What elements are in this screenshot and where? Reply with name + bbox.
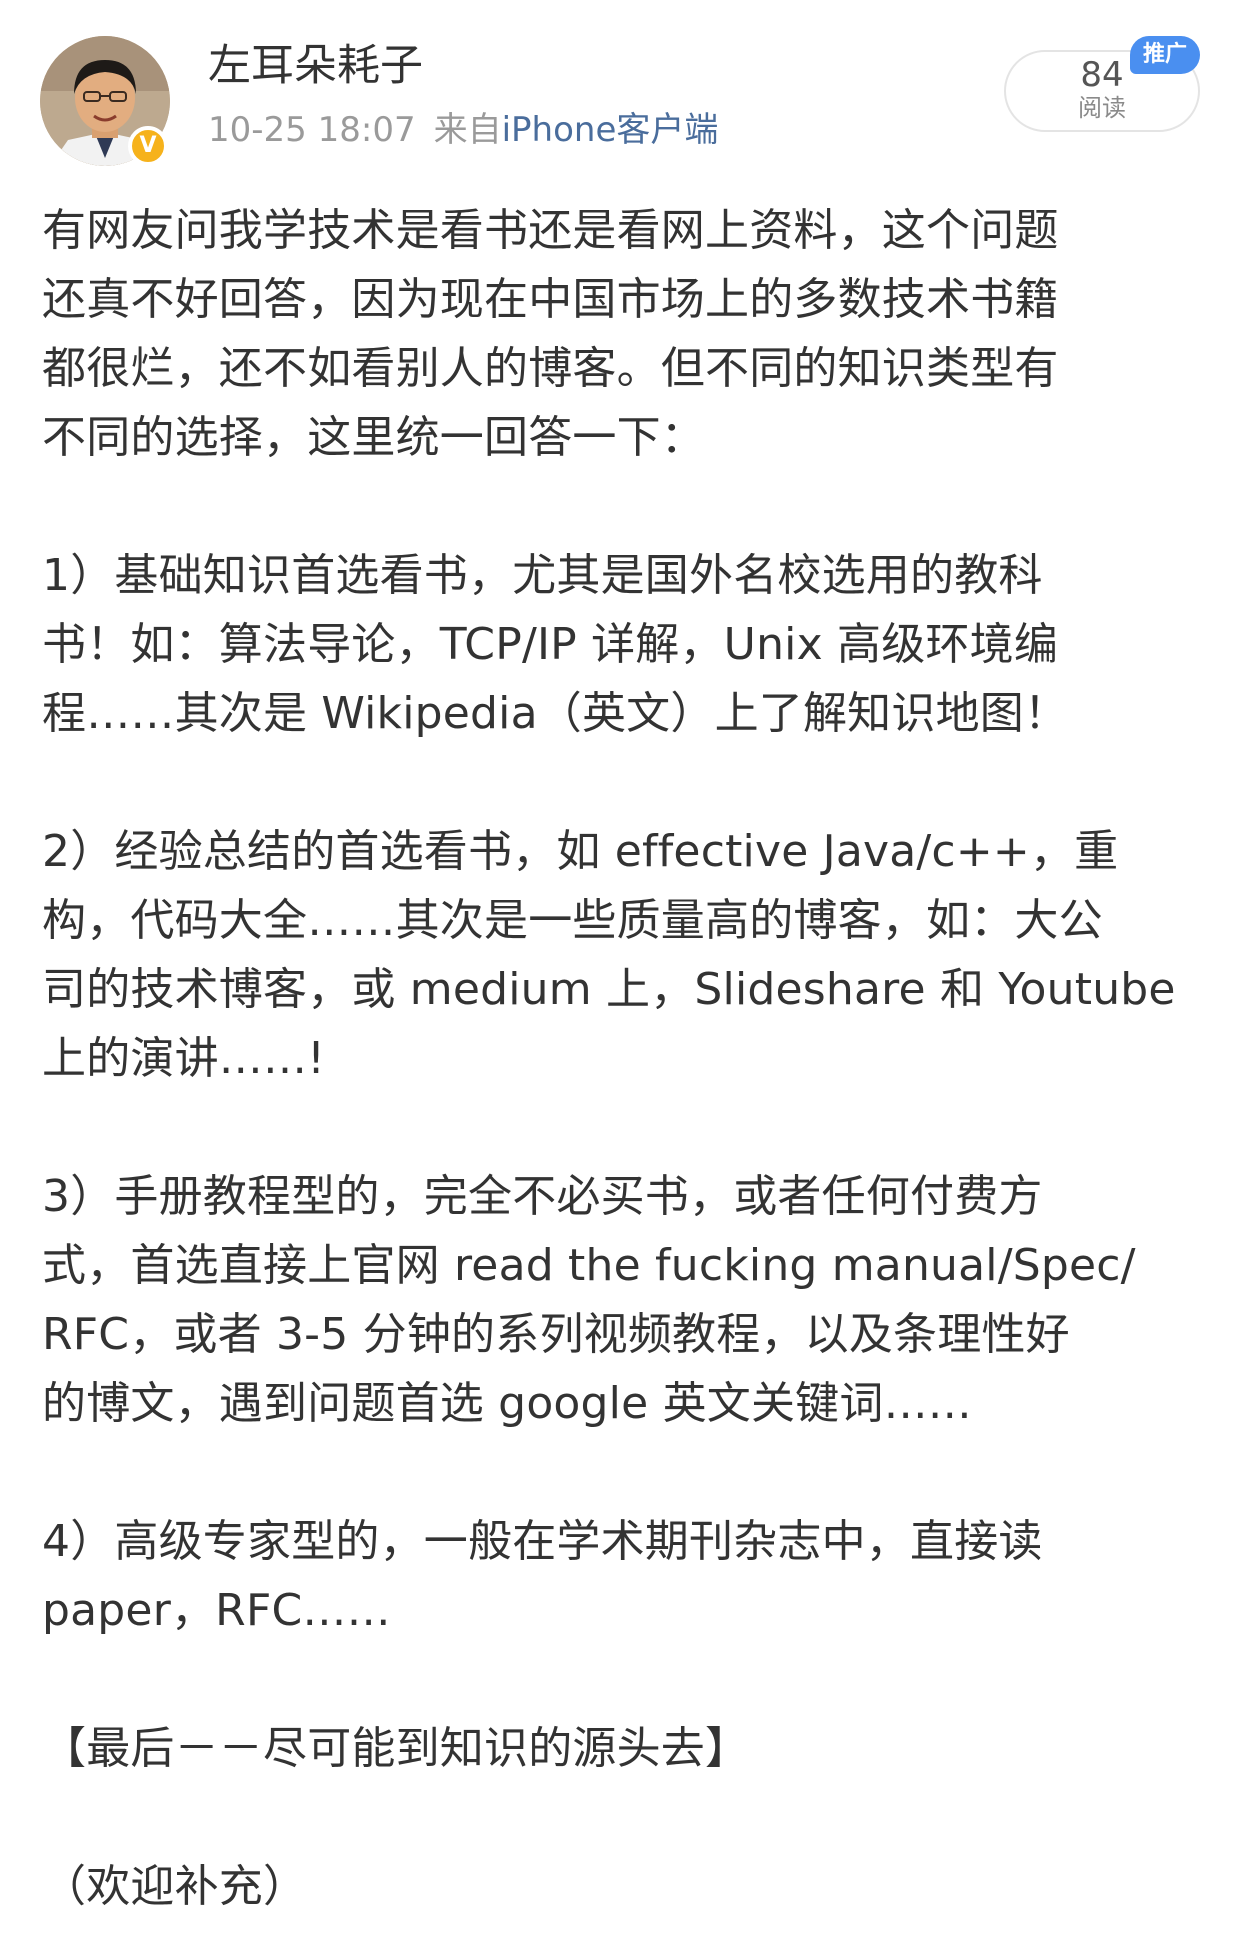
- verified-badge-icon: V: [128, 126, 168, 166]
- post-blank-line: [42, 472, 1212, 541]
- post-line: 书！如：算法导论，TCP/IP 详解，Unix 高级环境编: [42, 619, 1059, 670]
- post-meta: 10-25 18:07 来自iPhone客户端: [208, 108, 718, 152]
- post-line: 程……其次是 Wikipedia（英文）上了解知识地图！: [42, 688, 1069, 739]
- post-line: 的博文，遇到问题首选 google 英文关键词……: [42, 1378, 972, 1429]
- post-line: 还真不好回答，因为现在中国市场上的多数技术书籍: [42, 274, 1059, 325]
- post-line: 3）手册教程型的，完全不必买书，或者任何付费方: [42, 1171, 1043, 1222]
- source-link[interactable]: iPhone客户端: [502, 110, 719, 150]
- promo-badge[interactable]: 推广: [1130, 36, 1200, 74]
- post-line: 上的演讲……!: [42, 1033, 326, 1084]
- post-blank-line: [42, 1783, 1212, 1852]
- post-line: 式，首选直接上官网 read the fucking manual/Spec/: [42, 1240, 1136, 1291]
- post-line: 4）高级专家型的，一般在学术期刊杂志中，直接读: [42, 1516, 1043, 1567]
- post-line: RFC，或者 3-5 分钟的系列视频教程，以及条理性好: [42, 1309, 1070, 1360]
- post-timestamp: 10-25 18:07: [208, 110, 416, 150]
- author-name[interactable]: 左耳朵耗子: [208, 38, 423, 94]
- source-prefix: 来自: [433, 110, 502, 150]
- post-line: 司的技术博客，或 medium 上，Slideshare 和 Youtube: [42, 964, 1176, 1015]
- post-line: 2）经验总结的首选看书，如 effective Java/c++，重: [42, 826, 1119, 877]
- post-conclusion: 【最后－－尽可能到知识的源头去】: [42, 1723, 750, 1774]
- post-blank-line: [42, 1438, 1212, 1507]
- post-closing: （欢迎补充）: [42, 1861, 308, 1912]
- post-line: 有网友问我学技术是看书还是看网上资料，这个问题: [42, 205, 1059, 256]
- post-line: paper，RFC……: [42, 1585, 391, 1636]
- post-blank-line: [42, 748, 1212, 817]
- post-line: 构，代码大全……其次是一些质量高的博客，如：大公: [42, 895, 1103, 946]
- post-blank-line: [42, 1093, 1212, 1162]
- post-line: 不同的选择，这里统一回答一下：: [42, 412, 705, 463]
- post-blank-line: [42, 1645, 1212, 1714]
- post-body: 有网友问我学技术是看书还是看网上资料，这个问题 还真不好回答，因为现在中国市场上…: [42, 196, 1212, 1921]
- post-line: 都很烂，还不如看别人的博客。但不同的知识类型有: [42, 343, 1059, 394]
- post-line: 1）基础知识首选看书，尤其是国外名校选用的教科: [42, 550, 1043, 601]
- read-label: 阅读: [1078, 94, 1126, 122]
